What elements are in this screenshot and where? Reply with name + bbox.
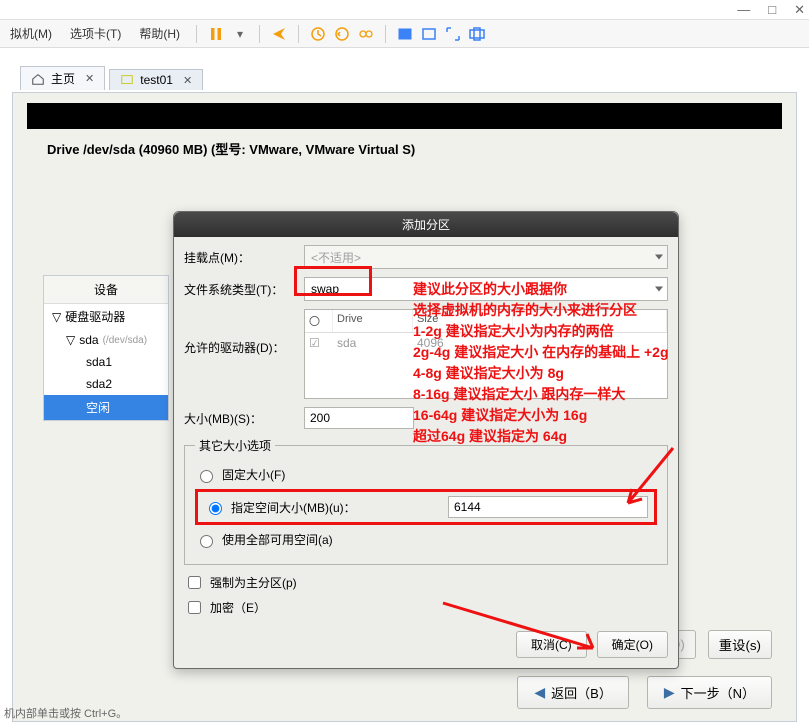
anaconda-header-bar: [27, 103, 782, 129]
tab-home[interactable]: 主页 ✕: [20, 66, 105, 90]
vm-icon: [120, 73, 134, 87]
tree-sda[interactable]: ▽ sda (/dev/sda): [44, 329, 168, 351]
size-input[interactable]: [304, 407, 414, 429]
tree-hdd-group[interactable]: ▽ 硬盘驱动器: [44, 304, 168, 329]
size-options-legend: 其它大小选项: [195, 437, 275, 454]
menu-help[interactable]: 帮助(H): [133, 23, 186, 44]
add-partition-dialog: 添加分区 挂载点(M)： <不适用> 文件系统类型(T)： swap 允许的驱动…: [173, 211, 679, 669]
mount-point-label: 挂载点(M)：: [184, 249, 304, 266]
tab-home-label: 主页: [51, 70, 75, 87]
snapshot-manager-icon[interactable]: [357, 25, 375, 43]
row-checkbox: ☑: [305, 333, 333, 353]
window-titlebar: — □ ✕: [0, 0, 809, 20]
tab-test01[interactable]: test01 ✕: [109, 69, 203, 90]
toolbar-caret-icon[interactable]: ▾: [231, 25, 249, 43]
ok-button[interactable]: 确定(O): [597, 631, 668, 658]
tree-sda2[interactable]: sda2: [44, 373, 168, 395]
tab-test01-label: test01: [140, 73, 173, 87]
minimize-button[interactable]: —: [737, 2, 750, 17]
menubar: 拟机(M) 选项卡(T) 帮助(H) ▾: [0, 20, 809, 48]
send-icon[interactable]: [270, 25, 288, 43]
opt-fill-radio[interactable]: [200, 535, 213, 548]
next-button[interactable]: ▶ 下一步（N）: [647, 676, 772, 709]
arrow-right-icon: ▶: [664, 684, 675, 701]
allowed-drives-list[interactable]: 〇 Drive Size ☑ sda 4096: [304, 309, 668, 399]
fstype-value: swap: [311, 282, 339, 296]
home-icon: [31, 72, 45, 86]
arrow-left-icon: ◀: [534, 684, 545, 701]
size-options-group: 其它大小选项 固定大小(F) 指定空间大小(MB)(u)： 使用全部可用空间(a…: [184, 437, 668, 565]
fstype-combo[interactable]: swap: [304, 277, 668, 301]
tab-home-close-icon[interactable]: ✕: [85, 72, 94, 85]
status-bar: 机内部单击或按 Ctrl+G。: [0, 705, 127, 723]
back-button[interactable]: ◀ 返回（B）: [517, 676, 628, 709]
toolbar-separator: [196, 25, 197, 43]
guest-desktop: Drive /dev/sda (40960 MB) (型号: VMware, V…: [12, 92, 797, 722]
close-button[interactable]: ✕: [794, 2, 805, 18]
encrypt-row[interactable]: 加密（E）: [184, 598, 668, 617]
allowed-drives-header: 〇 Drive Size: [305, 310, 667, 333]
menu-tabs[interactable]: 选项卡(T): [64, 23, 127, 44]
wizard-nav: ◀ 返回（B） ▶ 下一步（N）: [517, 676, 772, 709]
allowed-drives-row-sda[interactable]: ☑ sda 4096: [305, 333, 667, 353]
tree-sda1[interactable]: sda1: [44, 351, 168, 373]
opt-fill-row[interactable]: 使用全部可用空间(a): [195, 531, 657, 548]
collapse-icon: ▽: [66, 333, 75, 347]
force-primary-checkbox[interactable]: [188, 576, 201, 589]
view-fullscreen-icon[interactable]: [444, 25, 462, 43]
collapse-icon: ▽: [52, 310, 61, 324]
dialog-title: 添加分区: [174, 212, 678, 237]
toolbar-separator: [385, 25, 386, 43]
maximize-button[interactable]: □: [768, 2, 776, 17]
view-console-icon[interactable]: [396, 25, 414, 43]
opt-fixed-row[interactable]: 固定大小(F): [195, 466, 657, 483]
chevron-down-icon: [655, 287, 663, 292]
force-primary-row[interactable]: 强制为主分区(p): [184, 573, 668, 592]
encrypt-checkbox[interactable]: [188, 601, 201, 614]
device-panel-header: 设备: [44, 276, 168, 304]
opt-fixed-radio[interactable]: [200, 470, 213, 483]
toolbar-separator: [298, 25, 299, 43]
fstype-label: 文件系统类型(T)：: [184, 281, 304, 298]
opt-upto-input[interactable]: [448, 496, 648, 518]
allowed-drives-label: 允许的驱动器(D)：: [184, 309, 304, 356]
size-label: 大小(MB)(S)：: [184, 410, 304, 427]
reset-button[interactable]: 重设(s): [708, 630, 772, 659]
cancel-button[interactable]: 取消(C): [516, 631, 587, 658]
menu-vm[interactable]: 拟机(M): [4, 23, 58, 44]
opt-upto-radio[interactable]: [209, 502, 222, 515]
mount-point-combo: <不适用>: [304, 245, 668, 269]
drive-title: Drive /dev/sda (40960 MB) (型号: VMware, V…: [47, 139, 782, 158]
device-panel: 设备 ▽ 硬盘驱动器 ▽ sda (/dev/sda) sda1 sda2 空闲: [43, 275, 169, 421]
snapshot-back-icon[interactable]: [333, 25, 351, 43]
chevron-down-icon: [655, 255, 663, 260]
tree-free[interactable]: 空闲: [44, 395, 168, 420]
view-unity-icon[interactable]: [420, 25, 438, 43]
pause-icon[interactable]: [207, 25, 225, 43]
toolbar-separator: [259, 25, 260, 43]
tab-test01-close-icon[interactable]: ✕: [183, 74, 192, 87]
document-tabs: 主页 ✕ test01 ✕: [0, 64, 809, 90]
snapshot-icon[interactable]: [309, 25, 327, 43]
view-seamless-icon[interactable]: [468, 25, 486, 43]
opt-upto-row[interactable]: 指定空间大小(MB)(u)：: [195, 489, 657, 525]
